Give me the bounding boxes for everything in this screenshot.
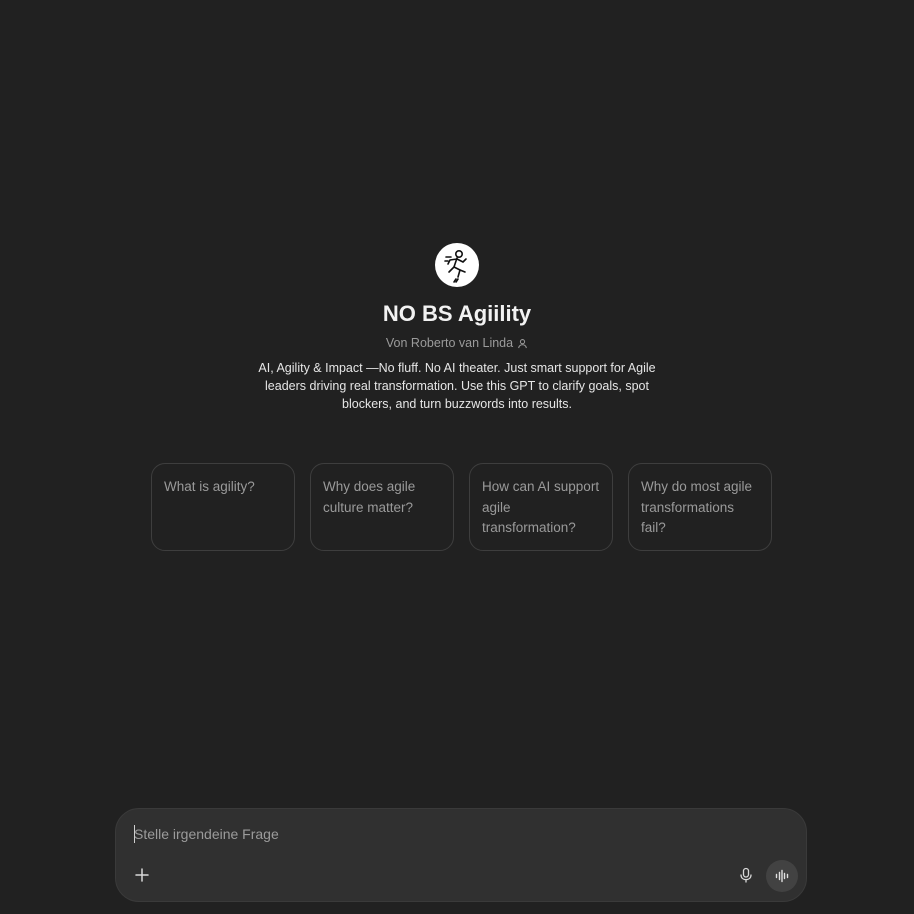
voice-mode-icon	[775, 869, 789, 883]
running-figure-logo-icon	[444, 250, 467, 283]
conversation-starters: What is agility? Why does agile culture …	[151, 463, 772, 551]
starter-card[interactable]: What is agility?	[151, 463, 295, 551]
gpt-intro: NO BS Agiility Von Roberto van Linda AI,…	[0, 243, 914, 413]
dictate-button[interactable]	[732, 861, 760, 889]
starter-card[interactable]: Why do most agile transformations fail?	[628, 463, 772, 551]
gpt-avatar	[435, 243, 479, 287]
add-attachment-button[interactable]	[128, 861, 156, 889]
gpt-description: AI, Agility & Impact —No fluff. No AI th…	[258, 361, 656, 411]
gpt-title: NO BS Agiility	[382, 301, 532, 326]
plus-icon	[135, 868, 149, 882]
starter-card[interactable]: How can AI support agile transformation?	[469, 463, 613, 551]
person-icon	[518, 338, 527, 348]
voice-mode-button[interactable]	[766, 860, 798, 892]
starter-card[interactable]: Why does agile culture matter?	[310, 463, 454, 551]
microphone-icon	[740, 867, 752, 883]
author-row[interactable]: Von Roberto van Linda	[386, 335, 528, 351]
message-composer	[115, 808, 807, 902]
chat-page: NO BS Agiility Von Roberto van Linda AI,…	[0, 0, 914, 914]
author-name: Von Roberto van Linda	[385, 336, 514, 350]
text-caret	[134, 825, 135, 843]
prompt-input[interactable]	[134, 823, 774, 845]
